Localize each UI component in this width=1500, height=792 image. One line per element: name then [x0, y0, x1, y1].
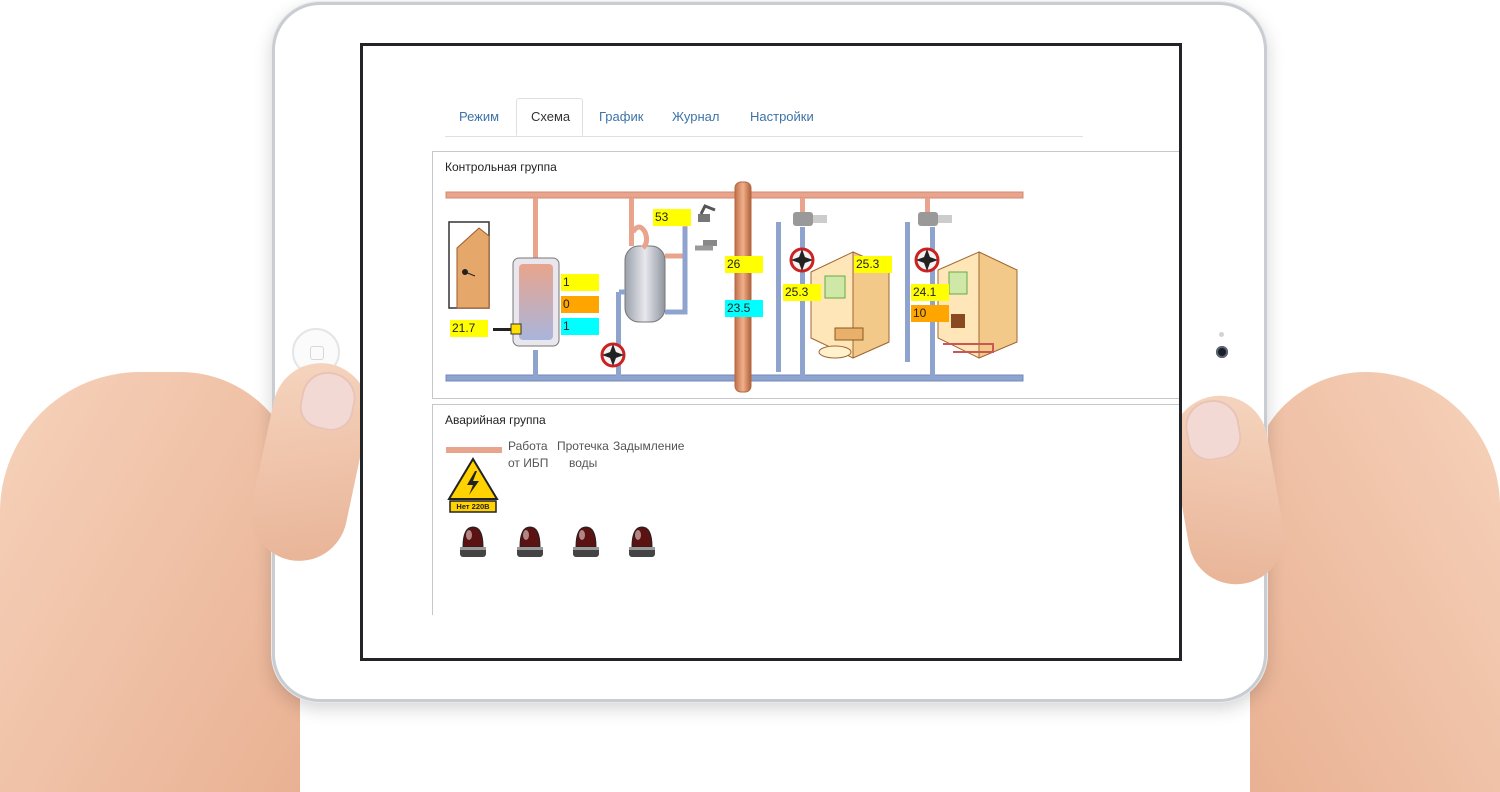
electric-boiler-icon [493, 257, 560, 347]
pipe-legend-line [446, 447, 502, 453]
siren-ups-icon [460, 526, 486, 557]
water-heater-temp-value: 53 [653, 209, 691, 226]
room1-supply-temp-value: 25.3 [783, 284, 821, 301]
room2-supply-temp-value: 24.1 [911, 284, 949, 301]
room1-air-temp-value: 25.3 [854, 256, 892, 273]
room2-pump-icon [914, 247, 940, 273]
tablet-screen: Режим Схема График Журнал Настройки Конт… [360, 43, 1182, 661]
boiler-status-2: 0 [561, 296, 599, 313]
leak-label: Протечка воды [557, 439, 609, 470]
boiler-status-3: 1 [561, 318, 599, 335]
right-hand [1250, 372, 1500, 792]
manifold-return-temp-value: 23.5 [725, 300, 763, 317]
emergency-group-title: Аварийная группа [445, 413, 546, 427]
control-group-panel: Контрольная группа 21.7 1 0 1 53 26 23.5… [432, 151, 1179, 399]
tab-mode[interactable]: Режим [445, 98, 513, 136]
room2-setting-value: 10 [911, 305, 949, 322]
manifold-supply-temp-value: 26 [725, 256, 763, 273]
outdoor-temp-value: 21.7 [450, 320, 488, 337]
boiler-status-1: 1 [561, 274, 599, 291]
ups-label: Работа от ИБП [508, 439, 549, 470]
siren-extra-icon [629, 526, 655, 557]
camera-icon [1216, 346, 1228, 358]
sensor-dot [1219, 332, 1224, 337]
room1-valve-icon [793, 212, 827, 226]
room1-pump-icon [789, 247, 815, 273]
siren-smoke-icon [573, 526, 599, 557]
emergency-group-panel: Аварийная группа Работа от ИБП Протечка … [432, 404, 1179, 615]
siren-leak-icon [517, 526, 543, 557]
heating-scheme [445, 181, 1024, 393]
room2-valve-icon [918, 212, 952, 226]
smoke-label: Задымление [613, 439, 685, 453]
tab-bar: Режим Схема График Журнал Настройки [445, 98, 1083, 137]
pump-icon [600, 342, 626, 368]
hydraulic-separator-icon [734, 181, 752, 393]
dhw-supply-riser [629, 198, 634, 246]
water-heater-icon [619, 219, 688, 323]
no-power-text: Нет 220В [456, 502, 490, 511]
faucet-icon [695, 204, 717, 251]
tab-chart[interactable]: График [585, 98, 657, 136]
house-icon [448, 221, 490, 309]
tab-scheme[interactable]: Схема [516, 98, 583, 136]
tab-journal[interactable]: Журнал [658, 98, 733, 136]
tab-settings[interactable]: Настройки [736, 98, 828, 136]
room2-icon [937, 251, 1018, 359]
left-hand [0, 372, 300, 792]
boiler-return-riser [533, 350, 538, 376]
